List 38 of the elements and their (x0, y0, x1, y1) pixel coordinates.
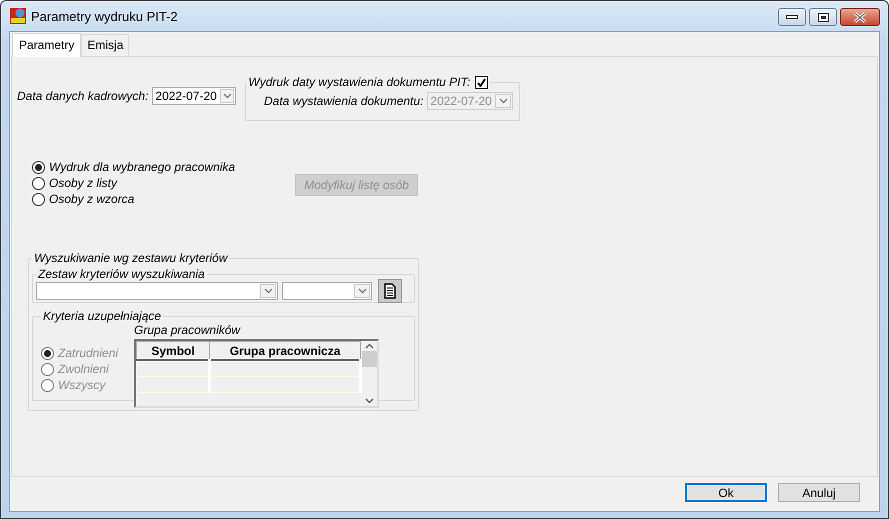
maximize-button[interactable] (809, 8, 837, 26)
minimize-icon (786, 15, 798, 19)
radio-label[interactable]: Osoby z wzorca (49, 192, 134, 206)
document-icon (384, 283, 396, 299)
group-title: Kryteria uzupełniające (42, 309, 162, 323)
tab[interactable]: Emisja (81, 34, 130, 56)
close-icon (853, 12, 867, 22)
group-title: Wyszukiwanie wg zestawu kryteriów (33, 251, 229, 265)
radio-button[interactable] (32, 192, 45, 206)
minimize-button[interactable] (778, 8, 806, 26)
caret-icon (498, 98, 508, 104)
caret-icon (222, 93, 232, 99)
group-title: Wydruk daty wystawienia dokumentu PIT: (248, 75, 470, 89)
table-title: Grupa pracowników (134, 323, 242, 337)
group-title: Zestaw kryteriów wyszukiwania (36, 267, 206, 281)
field-label: Data danych kadrowych: (17, 89, 148, 103)
document-button[interactable] (378, 279, 402, 303)
maximize-icon (818, 12, 828, 22)
column-header[interactable]: Symbol (136, 342, 210, 360)
radio-label[interactable]: Wydruk dla wybranego pracownika (49, 160, 236, 174)
caret-icon (358, 288, 366, 294)
checkbox[interactable] (475, 76, 488, 88)
close-button[interactable] (840, 8, 880, 26)
column-header[interactable]: Grupa pracownicza (210, 342, 361, 360)
caret-icon (264, 288, 272, 294)
scroll-down-icon[interactable] (365, 398, 374, 404)
dialog-button[interactable]: Anuluj (778, 483, 860, 502)
radio-label[interactable]: Osoby z listy (49, 176, 118, 190)
app-icon (10, 8, 26, 24)
radio-button[interactable] (32, 160, 45, 174)
scroll-up-icon[interactable] (365, 343, 374, 349)
date-field[interactable]: 2022-07-20 (152, 87, 236, 105)
radio-button[interactable] (32, 176, 45, 190)
dialog-button[interactable]: Ok (685, 483, 767, 502)
scrollbar-thumb[interactable] (362, 351, 378, 367)
field-label: Data wystawienia dokumentu: (264, 94, 424, 108)
window-title: Parametry wydruku PIT-2 (31, 8, 178, 24)
tab[interactable]: Parametry (12, 33, 82, 57)
